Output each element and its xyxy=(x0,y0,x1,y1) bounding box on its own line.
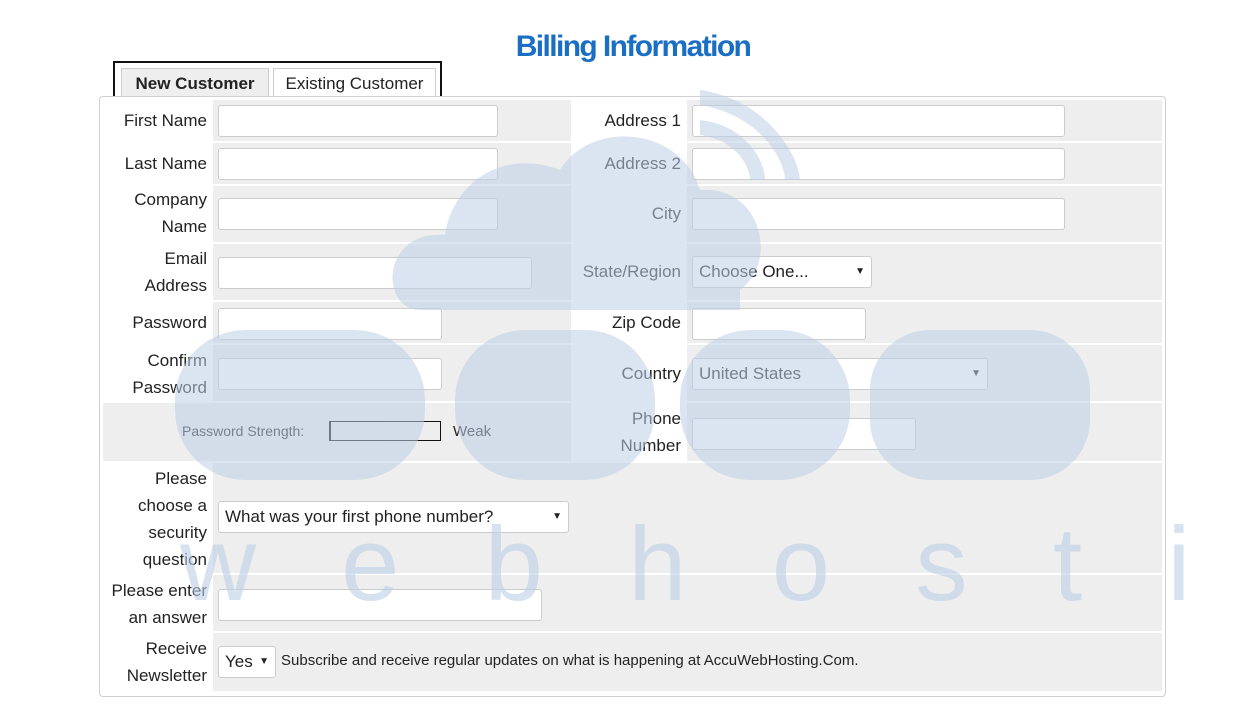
first-name-input[interactable] xyxy=(218,105,498,137)
form-row: Confirm Password Country United States ▼ xyxy=(103,345,1162,401)
phone-input[interactable] xyxy=(692,418,916,450)
form-row: Receive Newsletter Yes ▼ Subscribe and r… xyxy=(103,633,1162,691)
form-row: Password Strength: Weak Phone Number xyxy=(103,403,1162,461)
state-label: State/Region xyxy=(582,262,681,281)
address2-label: Address 2 xyxy=(604,154,681,173)
newsletter-description: Subscribe and receive regular updates on… xyxy=(281,652,859,669)
confirm-password-input[interactable] xyxy=(218,358,442,390)
form-row: Company Name City xyxy=(103,186,1162,242)
zip-input[interactable] xyxy=(692,308,866,340)
password-strength-meter xyxy=(329,421,441,441)
security-answer-input[interactable] xyxy=(218,589,542,621)
page-title: Billing Information xyxy=(515,30,752,63)
password-label: Password xyxy=(132,313,207,332)
tab-new-customer[interactable]: New Customer xyxy=(121,68,269,98)
address1-label: Address 1 xyxy=(604,111,681,130)
company-name-input[interactable] xyxy=(218,198,498,230)
chevron-down-icon: ▼ xyxy=(259,656,269,667)
security-answer-label: Please enter an answer xyxy=(111,581,207,627)
city-label: City xyxy=(651,204,681,223)
password-input[interactable] xyxy=(218,308,442,340)
form-row: Please choose a security question What w… xyxy=(103,463,1162,573)
chevron-down-icon: ▼ xyxy=(552,511,562,522)
company-name-label: Company Name xyxy=(134,190,207,236)
city-input[interactable] xyxy=(692,198,1065,230)
last-name-input[interactable] xyxy=(218,148,498,180)
form-row: Password Zip Code xyxy=(103,302,1162,343)
phone-label: Phone Number xyxy=(620,409,681,455)
newsletter-label: Receive Newsletter xyxy=(126,639,207,685)
form-row: Please enter an answer xyxy=(103,575,1162,631)
email-label: Email Address xyxy=(144,249,207,295)
zip-label: Zip Code xyxy=(612,313,681,332)
chevron-down-icon: ▼ xyxy=(855,266,865,277)
form-row: Last Name Address 2 xyxy=(103,143,1162,184)
confirm-password-label: Confirm Password xyxy=(132,351,207,397)
security-question-select[interactable]: What was your first phone number? ▼ xyxy=(218,501,569,533)
state-select[interactable]: Choose One... ▼ xyxy=(692,256,872,288)
address1-input[interactable] xyxy=(692,105,1065,137)
first-name-label: First Name xyxy=(123,111,207,130)
password-strength-value: Weak xyxy=(453,423,492,440)
form-row: First Name Address 1 xyxy=(103,100,1162,141)
address2-input[interactable] xyxy=(692,148,1065,180)
form-row: Email Address State/Region Choose One...… xyxy=(103,244,1162,300)
newsletter-select[interactable]: Yes ▼ xyxy=(218,646,276,678)
billing-form: First Name Address 1 Last Name Address 2… xyxy=(99,96,1166,697)
country-select[interactable]: United States ▼ xyxy=(692,358,988,390)
chevron-down-icon: ▼ xyxy=(971,368,981,379)
tab-existing-customer[interactable]: Existing Customer xyxy=(273,68,436,98)
country-label: Country xyxy=(621,364,681,383)
email-input[interactable] xyxy=(218,257,532,289)
last-name-label: Last Name xyxy=(124,154,207,173)
password-strength-label: Password Strength: xyxy=(182,423,305,439)
security-question-label: Please choose a security question xyxy=(138,469,207,569)
